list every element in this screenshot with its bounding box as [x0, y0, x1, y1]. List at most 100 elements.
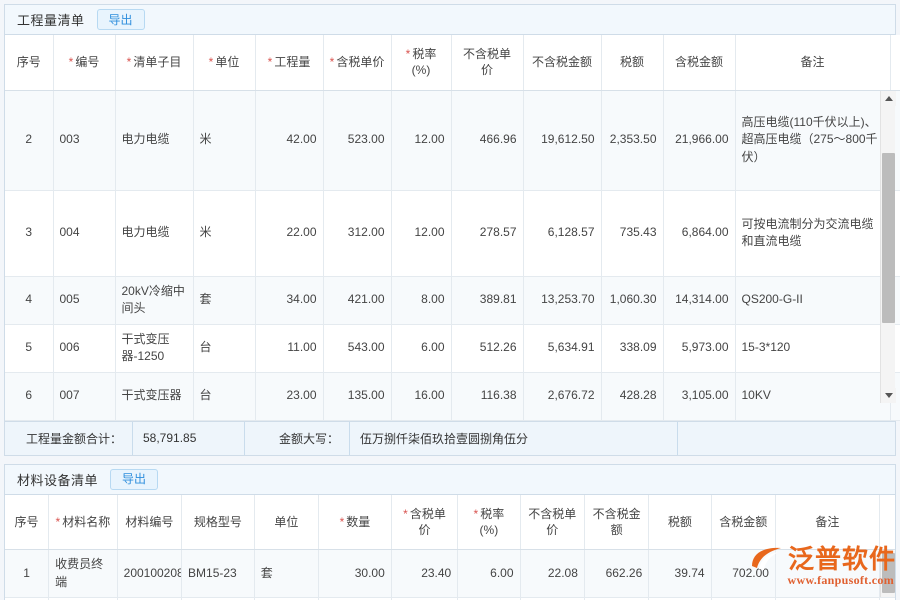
cell-qty: 30.00: [318, 549, 392, 598]
cell-tax-rate: 12.00: [391, 190, 452, 277]
cell-qty: 34.00: [255, 276, 324, 325]
cell-tax-amount: 39.74: [648, 549, 712, 598]
cell-tax-rate: 12.00: [391, 90, 452, 191]
col-label: 材料编号: [125, 514, 174, 529]
cell-remark: 高压电缆(110千伏以上)、超高压电缆（275～800千伏）: [735, 90, 891, 191]
table-row[interactable]: 4 005 20kV冷缩中间头 套 34.00 421.00 8.00 389.…: [5, 276, 900, 325]
cell-gross-amount: 14,314.00: [663, 276, 736, 325]
cell-qty: 23.00: [255, 372, 324, 421]
cell-net-price: 22.08: [520, 549, 585, 598]
col-remark[interactable]: 备注: [735, 35, 891, 91]
required-marker: *: [473, 506, 479, 521]
col-qty[interactable]: * 工程量: [255, 35, 324, 91]
cell-remark: QS200-G-II: [735, 276, 891, 325]
col-label: 规格型号: [193, 514, 242, 529]
col-label: 含税单价: [336, 55, 385, 70]
cell-remark: 15-3*120: [735, 324, 891, 373]
col-tax-price[interactable]: * 含税单价: [323, 35, 392, 91]
cell-item: 电力电缆: [115, 90, 194, 191]
cell-remark: 可按电流制分为交流电缆和直流电缆: [735, 190, 891, 277]
col-net-amount[interactable]: 不含税金额: [584, 494, 650, 550]
col-code[interactable]: * 编号: [53, 35, 116, 91]
col-seq[interactable]: 序号: [5, 35, 54, 91]
cell-code: 004: [53, 190, 116, 277]
cell-tax-rate: 6.00: [391, 324, 452, 373]
cell-tax-price: 543.00: [323, 324, 392, 373]
quantity-export-button[interactable]: 导出: [96, 9, 145, 30]
cell-net-price: 389.81: [451, 276, 524, 325]
col-tax-price[interactable]: * 含税单价: [391, 494, 459, 550]
cell-net-amount: 662.26: [584, 549, 650, 598]
col-label: 不含税单价: [462, 47, 511, 78]
col-label: 数量: [346, 514, 371, 529]
required-marker: *: [405, 47, 411, 62]
table-row[interactable]: 3 004 电力电缆 米 22.00 312.00 12.00 278.57 6…: [5, 190, 900, 277]
scroll-up-button[interactable]: [881, 91, 896, 106]
cell-qty: 11.00: [255, 324, 324, 373]
col-unit[interactable]: 单位: [254, 494, 320, 550]
col-seq[interactable]: 序号: [5, 494, 50, 550]
col-label: 含税单价: [409, 506, 446, 537]
scroll-down-button[interactable]: [881, 388, 896, 403]
cell-tax-price: 523.00: [323, 90, 392, 191]
required-marker: *: [339, 514, 345, 529]
cell-net-amount: 13,253.70: [523, 276, 602, 325]
col-gross-amount[interactable]: 含税金额: [711, 494, 776, 550]
cell-item: 20kV冷缩中间头: [115, 276, 194, 325]
cell-tax-price: 312.00: [323, 190, 392, 277]
quantity-panel-title: 工程量清单: [17, 13, 85, 28]
col-unit[interactable]: * 单位: [193, 35, 256, 91]
cell-net-price: 116.38: [451, 372, 524, 421]
col-spec-model[interactable]: 规格型号: [181, 494, 255, 550]
col-qty[interactable]: * 数量: [318, 494, 392, 550]
cell-gross-amount: 702.00: [711, 549, 776, 598]
cell-gross-amount: 6,864.00: [663, 190, 736, 277]
cell-net-amount: 2,676.72: [523, 372, 602, 421]
col-label: 材料名称: [62, 514, 111, 529]
col-label: 含税金额: [719, 514, 768, 529]
cell-code: 006: [53, 324, 116, 373]
col-label: 税率(%): [411, 47, 437, 78]
cell-unit: 套: [254, 549, 320, 598]
required-marker: *: [267, 55, 273, 70]
material-export-button[interactable]: 导出: [110, 468, 159, 490]
quantity-grid-body: 2 003 电力电缆 米 42.00 523.00 12.00 466.96 1…: [5, 90, 900, 421]
scrollbar-thumb[interactable]: [882, 552, 895, 593]
material-grid: 序号 * 材料名称 材料编号 规格型号 单位 * 数量 * 含税单价 * 税率(%) 不…: [5, 494, 895, 600]
material-grid-vertical-scrollbar[interactable]: [880, 550, 895, 597]
cell-net-amount: 5,634.91: [523, 324, 602, 373]
col-label: 不含税单价: [528, 506, 577, 537]
quantity-grid-vertical-scrollbar[interactable]: [880, 91, 896, 403]
col-net-price[interactable]: 不含税单价: [451, 35, 524, 91]
cell-tax-amount: 338.09: [601, 324, 664, 373]
col-tax-rate[interactable]: * 税率(%): [391, 35, 452, 91]
quantity-grid: 序号 * 编号 * 清单子目 * 单位 * 工程量 * 含税单价 * 税率(%) 不含税单价…: [5, 35, 900, 421]
cell-seq: 5: [5, 324, 54, 373]
cell-tax-amount: 1,060.30: [601, 276, 664, 325]
table-row[interactable]: 1 收费员终端 2001002083 BM15-23 套 30.00 23.40…: [5, 549, 895, 598]
col-gross-amount[interactable]: 含税金额: [663, 35, 736, 91]
col-item[interactable]: * 清单子目: [115, 35, 194, 91]
scrollbar-thumb[interactable]: [882, 153, 895, 323]
cell-tax-rate: 6.00: [457, 549, 521, 598]
required-marker: *: [403, 506, 408, 521]
col-material-name[interactable]: * 材料名称: [48, 494, 118, 550]
quantity-list-panel: 工程量清单 导出 序号 * 编号 * 清单子目 * 单位 * 工程量 * 含税单…: [4, 4, 900, 456]
table-row[interactable]: 2 003 电力电缆 米 42.00 523.00 12.00 466.96 1…: [5, 90, 900, 191]
col-net-amount[interactable]: 不含税金额: [523, 35, 602, 91]
col-scroll-gutter: [890, 35, 900, 91]
col-net-price[interactable]: 不含税单价: [520, 494, 585, 550]
table-row[interactable]: 6 007 干式变压器 台 23.00 135.00 16.00 116.38 …: [5, 372, 900, 421]
cell-unit: 台: [193, 372, 256, 421]
chevron-up-icon: [884, 96, 893, 101]
col-material-code[interactable]: 材料编号: [117, 494, 183, 550]
col-tax-amount[interactable]: 税额: [648, 494, 712, 550]
cell-code: 007: [53, 372, 116, 421]
col-tax-rate[interactable]: * 税率(%): [457, 494, 521, 550]
table-row[interactable]: 5 006 干式变压器-1250 台 11.00 543.00 6.00 512…: [5, 324, 900, 373]
cell-tax-price: 421.00: [323, 276, 392, 325]
col-tax-amount[interactable]: 税额: [601, 35, 664, 91]
col-remark[interactable]: 备注: [775, 494, 880, 550]
cell-net-price: 512.26: [451, 324, 524, 373]
col-label: 序号: [16, 55, 41, 70]
